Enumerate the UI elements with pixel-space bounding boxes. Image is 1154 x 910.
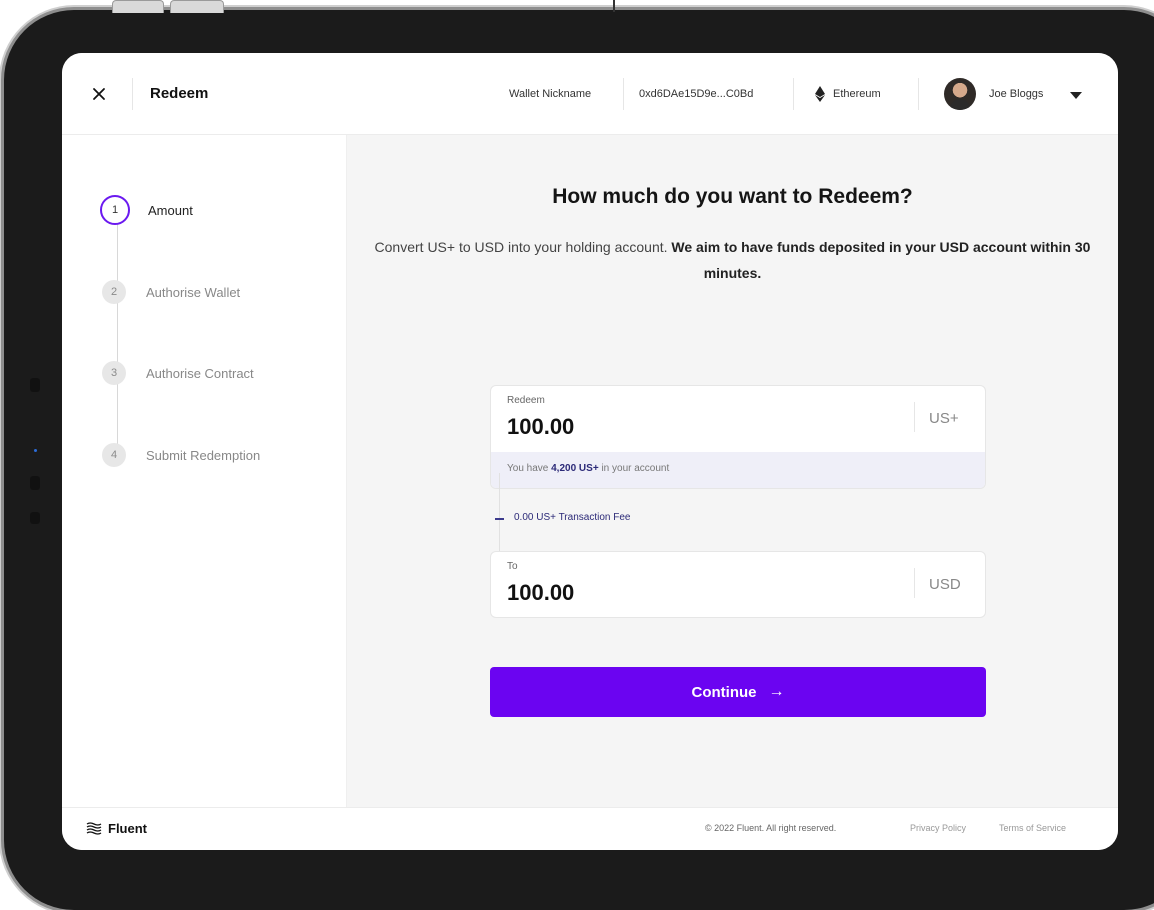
fee-connector [499,473,500,555]
wallet-nickname: Wallet Nickname [509,88,592,100]
page-title: Redeem [150,85,209,102]
volume-button [112,0,164,13]
step-label: Amount [148,202,193,218]
steps-connector [117,210,118,455]
network-label: Ethereum [833,88,881,100]
copyright: © 2022 Fluent. All right reserved. [705,823,837,833]
terms-of-service-link[interactable]: Terms of Service [999,823,1066,833]
balance-suffix: in your account [601,463,670,474]
transaction-fee: 0.00 US+ Transaction Fee [514,512,631,523]
wallet-address[interactable]: 0xd6DAe15D9e...C0Bd [639,88,753,100]
to-amount-input[interactable] [507,577,887,609]
divider [623,78,624,110]
divider [793,78,794,110]
side-button [30,512,40,524]
app-screen: Redeem Wallet Nickname 0xd6DAe15D9e...C0… [62,53,1118,850]
continue-button[interactable]: Continue → [490,667,986,717]
step-number: 4 [102,443,126,467]
fluent-logo-icon [86,821,102,835]
privacy-policy-link[interactable]: Privacy Policy [910,823,966,833]
side-button [30,378,40,392]
volume-button [170,0,224,13]
step-number: 1 [100,195,130,225]
divider [914,402,915,432]
step-number: 3 [102,361,126,385]
continue-label: Continue [691,683,757,701]
redeem-panel: How much do you want to Redeem? Convert … [347,135,1118,807]
redeem-amount-input[interactable] [507,411,887,443]
balance-note: You have 4,200 US+ in your account [491,452,985,488]
divider [132,78,133,110]
step-amount[interactable]: 1 Amount [100,195,193,225]
divider [914,568,915,598]
minus-icon [495,518,504,520]
arrow-right-icon: → [768,683,785,700]
step-label: Submit Redemption [146,447,261,463]
cable-line [613,0,615,12]
to-amount-field: To USD [490,551,986,618]
brand-name: Fluent [108,821,147,836]
steps-sidebar: 1 Amount 2 Authorise Wallet 3 Authorise … [62,135,347,807]
balance-amount: 4,200 US+ [551,463,599,474]
camera-dot [34,449,37,452]
to-label: To [507,561,518,572]
subtitle-text: Convert US+ to USD into your holding acc… [374,239,668,255]
user-name[interactable]: Joe Bloggs [989,88,1043,100]
side-button [30,476,40,490]
step-label: Authorise Contract [146,365,254,381]
step-number: 2 [102,280,126,304]
panel-subtitle: Convert US+ to USD into your holding acc… [347,234,1118,286]
divider [918,78,919,110]
panel-heading: How much do you want to Redeem? [552,185,913,208]
step-submit-redemption[interactable]: 4 Submit Redemption [102,440,260,470]
redeem-amount-field: Redeem US+ You have 4,200 US+ in your ac… [490,385,986,489]
redeem-label: Redeem [507,395,545,406]
step-label: Authorise Wallet [146,284,241,300]
subtitle-emphasis: We aim to have funds deposited in your U… [671,239,1091,281]
redeem-currency: US+ [929,410,959,427]
to-currency: USD [929,576,961,593]
page-footer: Fluent © 2022 Fluent. All right reserved… [62,807,1118,850]
step-authorise-contract[interactable]: 3 Authorise Contract [102,358,254,388]
close-icon [93,88,105,100]
close-button[interactable] [88,83,110,105]
top-header: Redeem Wallet Nickname 0xd6DAe15D9e...C0… [62,53,1118,135]
step-authorise-wallet[interactable]: 2 Authorise Wallet [102,277,240,307]
chevron-down-icon[interactable] [1070,92,1082,99]
fluent-logo: Fluent [86,821,147,836]
balance-prefix: You have [507,463,549,474]
ethereum-icon [815,86,825,102]
avatar[interactable] [944,78,976,110]
